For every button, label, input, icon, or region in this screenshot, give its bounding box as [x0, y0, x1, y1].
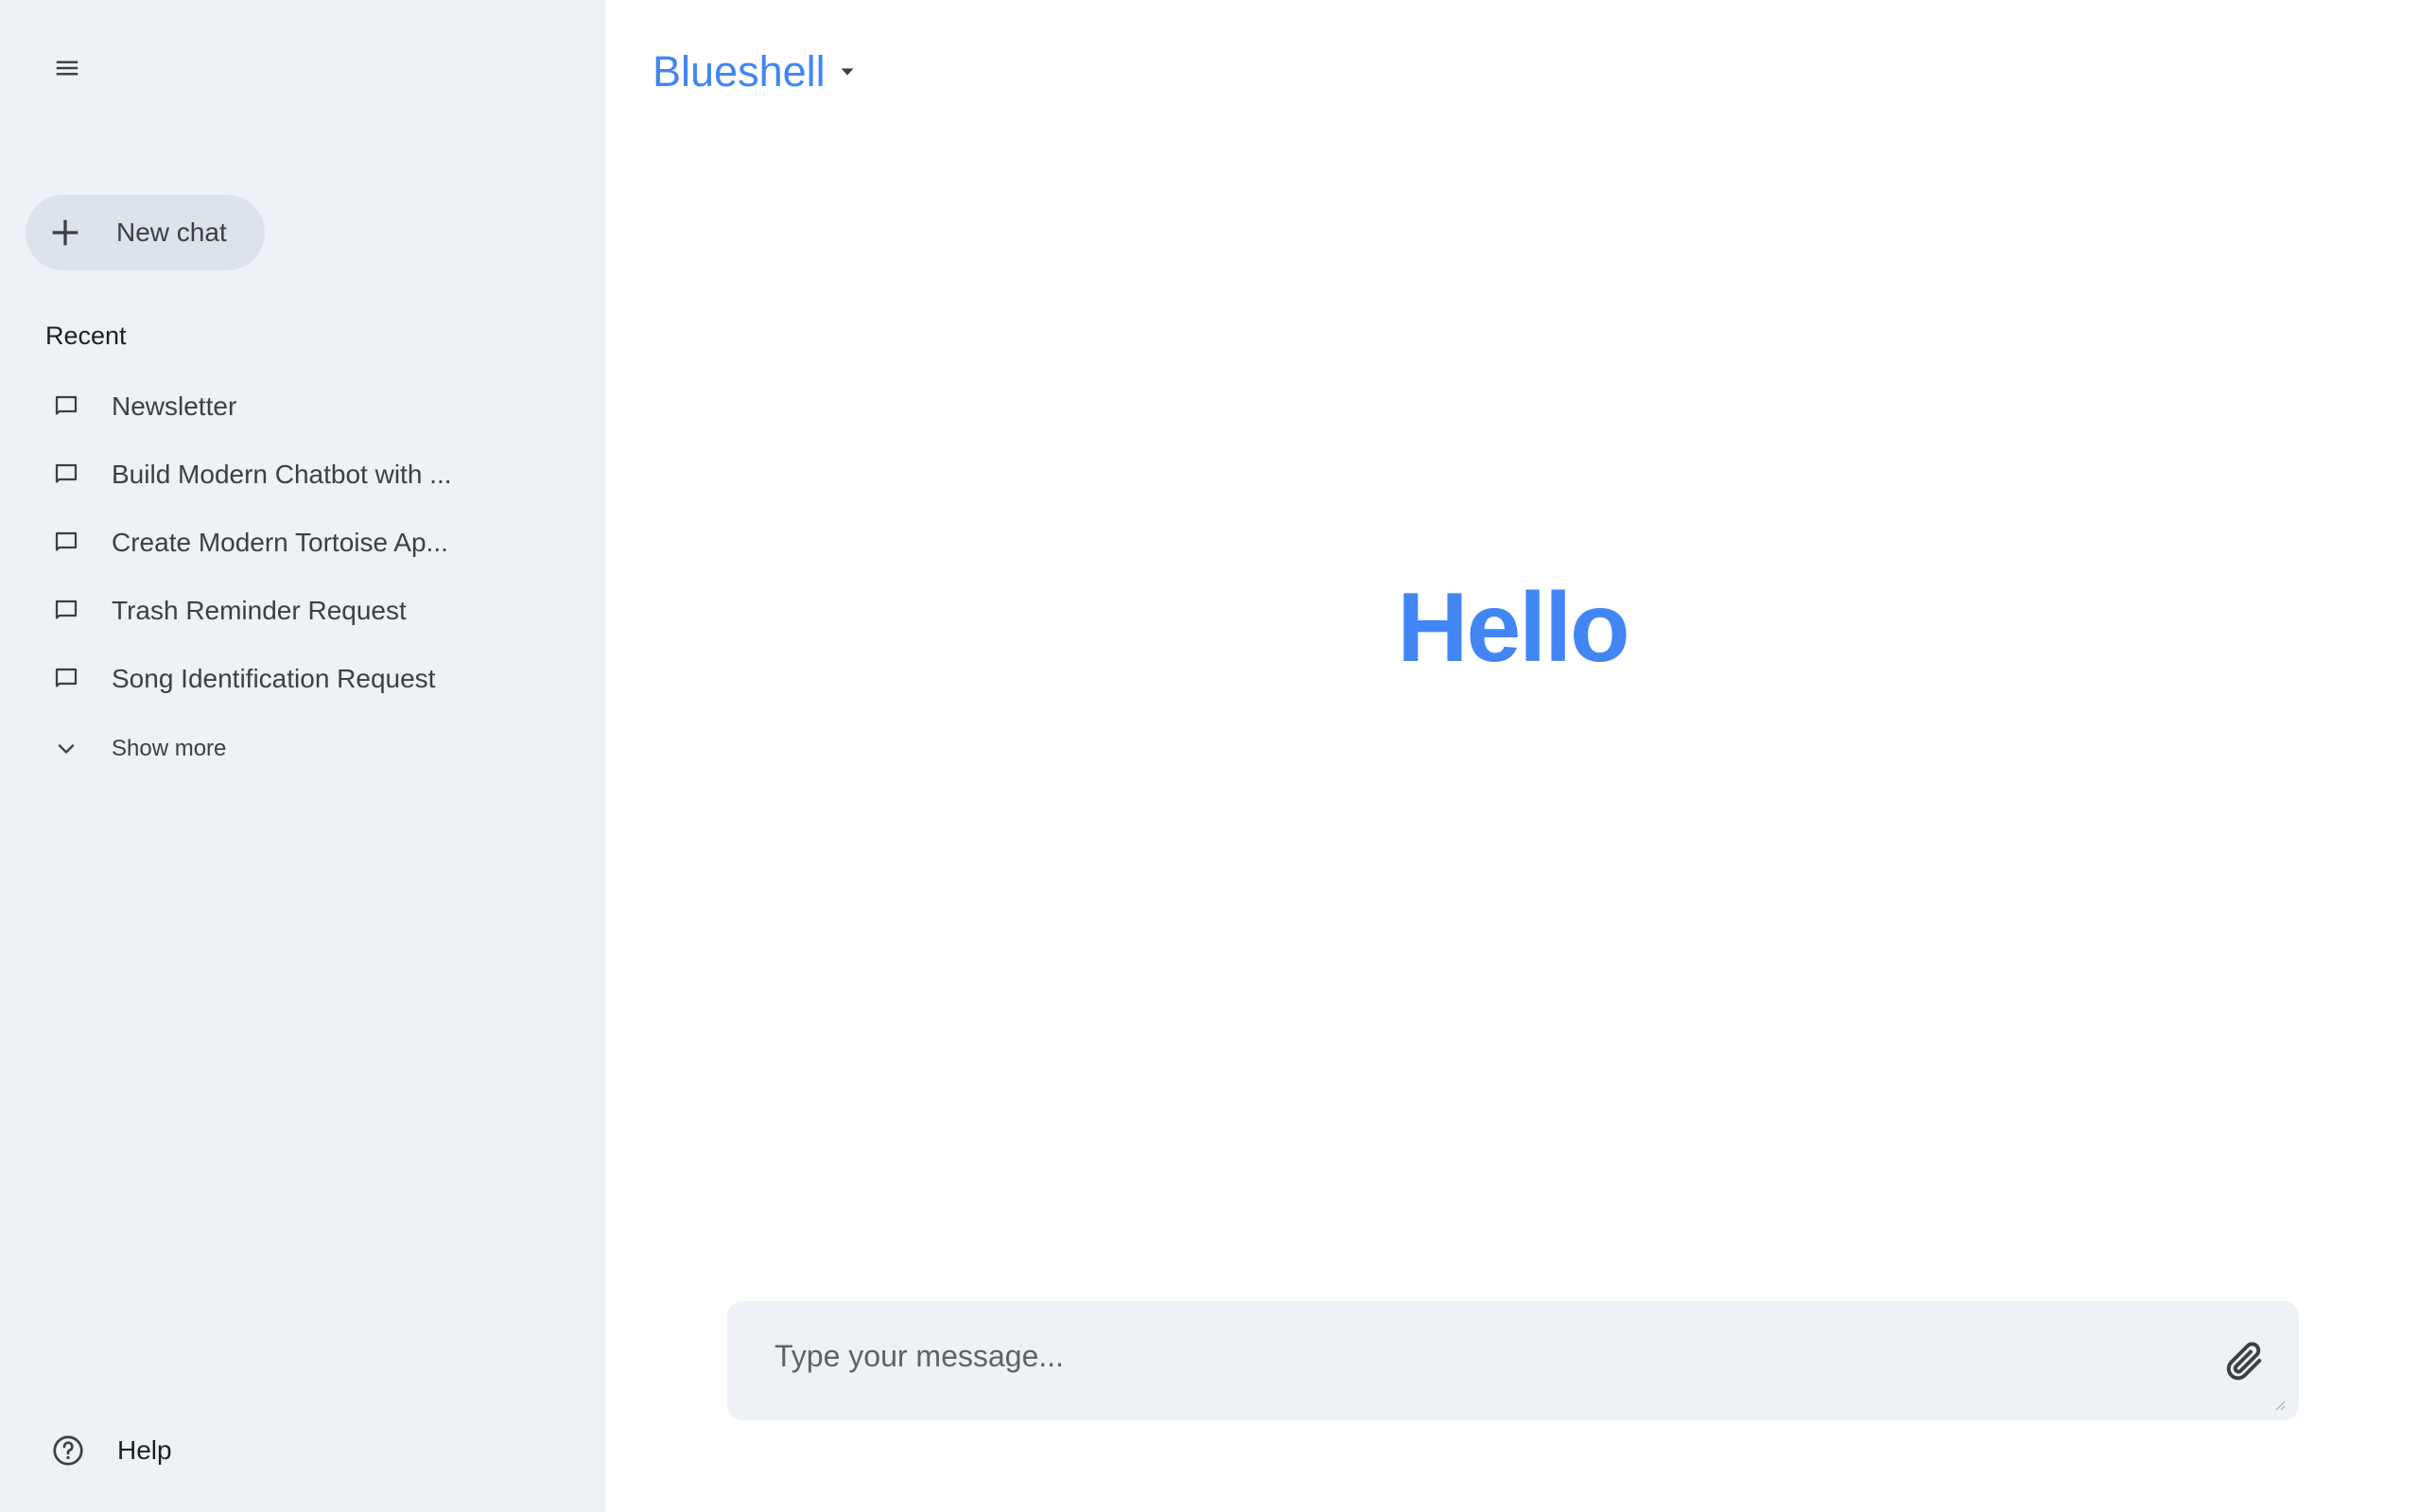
recent-item-label: Song Identification Request	[112, 664, 436, 693]
recent-heading: Recent	[45, 322, 127, 350]
recent-list: Newsletter Build Modern Chatbot with ...…	[0, 373, 605, 713]
new-chat-label: New chat	[116, 217, 227, 247]
recent-item-label: Newsletter	[112, 391, 237, 421]
resize-grip-icon[interactable]	[2272, 1398, 2286, 1411]
help-label: Help	[117, 1435, 172, 1465]
recent-item-label: Build Modern Chatbot with ...	[112, 460, 452, 489]
caret-down-icon	[841, 68, 854, 76]
recent-item-create-modern-tortoise[interactable]: Create Modern Tortoise Ap...	[0, 509, 530, 577]
chat-bubble-icon	[55, 463, 78, 483]
recent-item-label: Trash Reminder Request	[112, 596, 407, 625]
app-root: New chat Recent Newsletter Build Modern …	[0, 0, 2420, 1512]
model-name: Blueshell	[653, 47, 826, 96]
chat-bubble-icon	[55, 600, 78, 619]
recent-item-build-modern-chatbot[interactable]: Build Modern Chatbot with ...	[0, 441, 530, 509]
sidebar: New chat Recent Newsletter Build Modern …	[0, 0, 605, 1512]
plus-icon	[52, 219, 78, 246]
chat-bubble-icon	[55, 668, 78, 687]
message-composer	[727, 1301, 2299, 1420]
recent-item-trash-reminder[interactable]: Trash Reminder Request	[0, 577, 530, 645]
menu-button[interactable]	[36, 43, 98, 93]
help-circle-icon	[53, 1435, 83, 1466]
hamburger-menu-icon	[56, 61, 78, 76]
recent-item-newsletter[interactable]: Newsletter	[0, 373, 530, 441]
chat-bubble-icon	[55, 531, 78, 551]
main-panel: Blueshell Hello	[605, 0, 2420, 1512]
help-button[interactable]: Help	[0, 1416, 284, 1485]
show-more-label: Show more	[112, 736, 227, 761]
show-more-button[interactable]: Show more	[0, 715, 378, 783]
recent-item-label: Create Modern Tortoise Ap...	[112, 528, 448, 557]
message-input[interactable]	[775, 1339, 2146, 1386]
new-chat-button[interactable]: New chat	[26, 195, 265, 270]
paperclip-icon	[2226, 1342, 2262, 1381]
greeting-heading: Hello	[1397, 573, 1629, 683]
recent-item-song-identification[interactable]: Song Identification Request	[0, 645, 530, 713]
model-selector[interactable]: Blueshell	[653, 42, 858, 102]
chat-bubble-icon	[55, 395, 78, 415]
chevron-down-icon	[58, 744, 75, 754]
attach-button[interactable]	[2218, 1335, 2271, 1388]
